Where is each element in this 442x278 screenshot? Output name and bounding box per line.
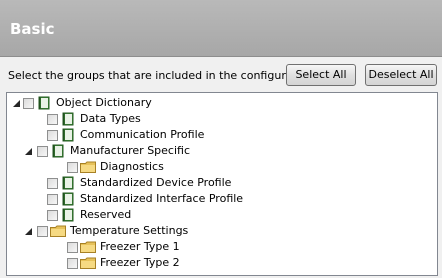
folder-icon — [80, 240, 96, 254]
tree-item-label: Standardized Interface Profile — [80, 192, 244, 205]
tree-item-label: Freezer Type 1 — [100, 240, 180, 253]
book-icon — [50, 144, 66, 158]
tree-item-standardized-interface-profile[interactable]: Standardized Interface Profile — [35, 191, 243, 207]
tree-item-label: Freezer Type 2 — [100, 256, 180, 269]
checkbox[interactable] — [67, 257, 78, 269]
collapse-arrow-icon[interactable] — [11, 95, 21, 111]
checkbox[interactable] — [37, 145, 48, 157]
book-icon — [60, 176, 76, 190]
book-icon — [60, 128, 76, 142]
tree-item-freezer-type-2[interactable]: Freezer Type 2 — [55, 255, 180, 271]
tree-item-data-types[interactable]: Data Types — [35, 111, 141, 127]
tree-item-freezer-type-1[interactable]: Freezer Type 1 — [55, 239, 180, 255]
tree-item-label: Reserved — [80, 208, 132, 221]
checkbox[interactable] — [47, 177, 58, 189]
tree-item-standardized-device-profile[interactable]: Standardized Device Profile — [35, 175, 231, 191]
tree-item-label: Manufacturer Specific — [70, 144, 191, 157]
section-title: Basic — [10, 20, 55, 38]
tree-item-diagnostics[interactable]: Diagnostics — [55, 159, 164, 175]
checkbox[interactable] — [47, 113, 58, 125]
tree-item-label: Communication Profile — [80, 128, 205, 141]
checkbox[interactable] — [67, 241, 78, 253]
tree-item-object-dictionary[interactable]: Object Dictionary — [11, 95, 152, 111]
folder-icon — [80, 160, 96, 174]
checkbox[interactable] — [47, 129, 58, 141]
folder-icon — [80, 256, 96, 270]
deselect-all-button[interactable]: Deselect All — [365, 64, 437, 86]
tree-item-communication-profile[interactable]: Communication Profile — [35, 127, 204, 143]
checkbox[interactable] — [37, 225, 48, 237]
tree-item-temperature-settings[interactable]: Temperature Settings — [24, 223, 189, 239]
checkbox[interactable] — [23, 97, 34, 109]
collapse-arrow-icon[interactable] — [23, 223, 33, 239]
group-tree[interactable]: Object Dictionary Data Types Communicati… — [6, 92, 438, 276]
section-header: Basic — [0, 0, 442, 57]
tree-item-reserved[interactable]: Reserved — [35, 207, 131, 223]
book-icon — [60, 208, 76, 222]
checkbox[interactable] — [47, 209, 58, 221]
book-icon — [60, 112, 76, 126]
tree-item-label: Object Dictionary — [56, 96, 152, 109]
instruction-text: Select the groups that are included in t… — [8, 69, 318, 82]
collapse-arrow-icon[interactable] — [23, 143, 33, 159]
tree-item-manufacturer-specific[interactable]: Manufacturer Specific — [24, 143, 191, 159]
tree-item-label: Data Types — [80, 112, 141, 125]
book-icon — [36, 96, 52, 110]
tree-item-label: Standardized Device Profile — [80, 176, 232, 189]
tree-item-label: Temperature Settings — [70, 224, 189, 237]
book-icon — [60, 192, 76, 206]
tree-item-label: Diagnostics — [100, 160, 164, 173]
checkbox[interactable] — [67, 161, 78, 173]
folder-icon — [50, 224, 66, 238]
checkbox[interactable] — [47, 193, 58, 205]
select-all-button[interactable]: Select All — [286, 64, 356, 86]
